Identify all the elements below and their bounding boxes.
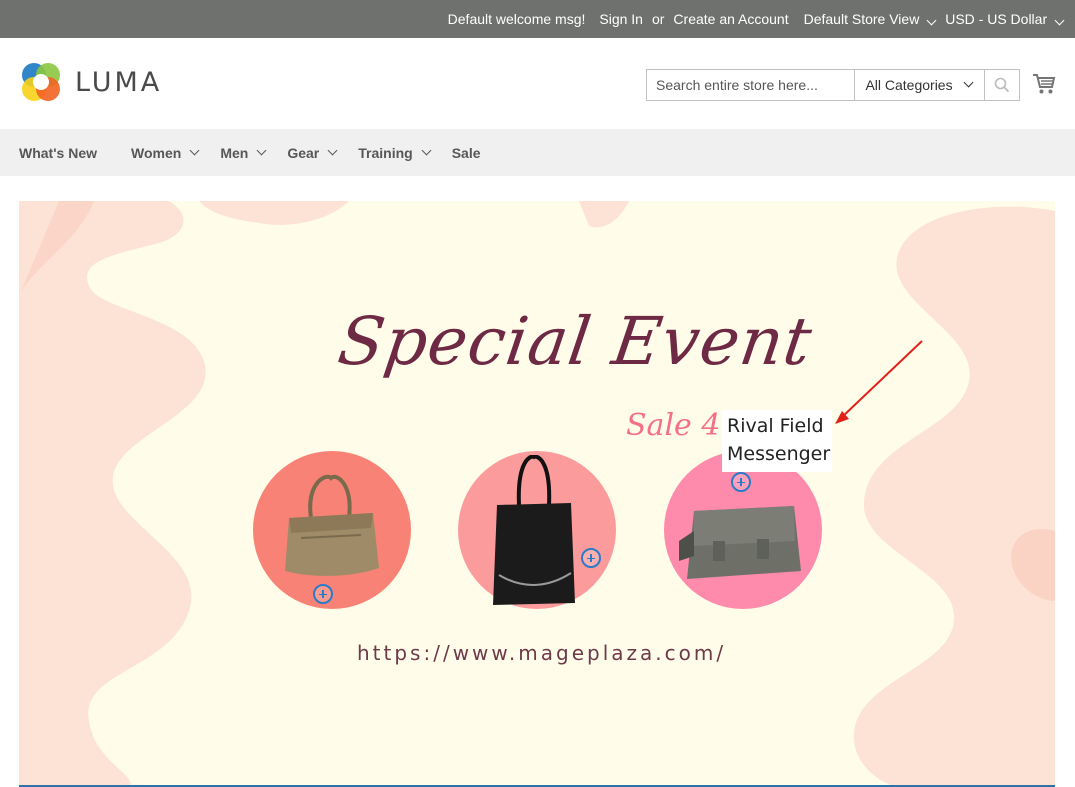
nav-item-whats-new[interactable]: What's New <box>19 145 97 161</box>
chevron-down-icon <box>926 15 937 26</box>
chevron-down-icon <box>189 145 200 156</box>
banner-url[interactable]: https://www.mageplaza.com/ <box>357 641 726 665</box>
product-tooltip: Rival Field Messenger <box>722 410 832 472</box>
chevron-down-icon <box>256 145 267 156</box>
search-icon <box>994 77 1010 93</box>
sale-text: Sale 4 <box>626 408 721 443</box>
chevron-down-icon <box>327 145 338 156</box>
nav-item-label: Women <box>131 144 182 161</box>
search-bar: All Categories <box>646 69 1020 101</box>
currency-label: USD - US Dollar <box>945 11 1048 27</box>
currency-switcher[interactable]: USD - US Dollar <box>945 11 1065 27</box>
nav-item-label: Gear <box>287 144 320 161</box>
nav-item-label: Men <box>220 144 249 161</box>
nav-item-gear[interactable]: Gear <box>287 144 338 161</box>
special-event-banner: Special Event Sale 4 Rival Field Messeng… <box>19 201 1055 787</box>
chevron-down-icon <box>1054 15 1065 26</box>
main-navigation: What's New Women Men Gear Training Sale <box>0 129 1075 176</box>
nav-item-label: Training <box>358 144 413 161</box>
cart-icon <box>1033 74 1056 94</box>
cart-button[interactable] <box>1032 72 1056 96</box>
nav-item-label: What's New <box>19 144 98 161</box>
product-hotspot-3[interactable] <box>731 472 751 492</box>
black-tote-image <box>493 455 575 605</box>
chevron-down-icon <box>963 77 974 88</box>
header: LUMA All Categories <box>0 38 1075 129</box>
welcome-message: Default welcome msg! <box>447 11 586 27</box>
top-bar: Default welcome msg! Sign In or Create a… <box>0 0 1075 38</box>
search-input[interactable] <box>647 70 855 100</box>
category-selected: All Categories <box>865 77 953 93</box>
category-select[interactable]: All Categories <box>854 70 984 100</box>
product-hotspot-2[interactable] <box>581 548 601 568</box>
nav-item-sale[interactable]: Sale <box>452 145 481 161</box>
logo-text: LUMA <box>75 66 163 98</box>
luma-logo[interactable]: LUMA <box>19 60 162 104</box>
chevron-down-icon <box>421 145 432 156</box>
store-view-switcher[interactable]: Default Store View <box>803 11 937 27</box>
or-text: or <box>651 11 665 27</box>
store-view-label: Default Store View <box>803 11 920 27</box>
nav-item-men[interactable]: Men <box>220 144 267 161</box>
product-hotspot-1[interactable] <box>313 584 333 604</box>
messenger-bag-image <box>679 506 801 579</box>
tote-bag-image <box>285 474 379 576</box>
nav-item-women[interactable]: Women <box>131 144 200 161</box>
nav-item-training[interactable]: Training <box>358 144 432 161</box>
top-links: Default welcome msg! Sign In or Create a… <box>447 0 1065 38</box>
create-account-link[interactable]: Create an Account <box>673 11 788 27</box>
sign-in-link[interactable]: Sign In <box>599 11 643 27</box>
nav-item-label: Sale <box>451 144 481 161</box>
search-button[interactable] <box>984 70 1019 100</box>
banner-title: Special Event <box>333 303 818 380</box>
luma-logo-icon <box>22 63 60 101</box>
